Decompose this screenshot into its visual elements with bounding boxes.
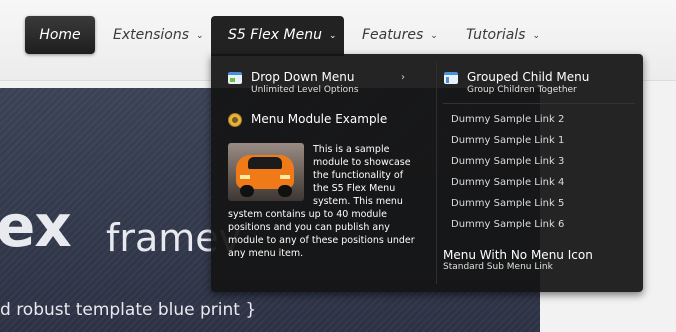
divider (443, 103, 635, 104)
hero-tagline: d robust template blue print } (0, 300, 257, 320)
dummy-link-5[interactable]: Dummy Sample Link 5 (451, 198, 564, 209)
menu-item-subtitle: Group Children Together (467, 85, 577, 95)
dummy-link-1[interactable]: Dummy Sample Link 1 (451, 135, 564, 146)
window-icon (228, 72, 242, 84)
module-title: Menu Module Example (251, 112, 388, 126)
nav-s5-flex-menu-label: S5 Flex Menu (228, 27, 322, 43)
chevron-down-icon: ⌄ (328, 31, 337, 41)
module-description: This is a sample module to showcase the … (313, 144, 411, 207)
dummy-link-6[interactable]: Dummy Sample Link 6 (451, 219, 564, 230)
menu-item-subtitle: Unlimited Level Options (251, 85, 359, 95)
menu-item-title: Grouped Child Menu (467, 70, 590, 84)
nav-features[interactable]: Features ⌄ (362, 16, 438, 54)
layout-icon (444, 72, 458, 84)
gear-icon (228, 113, 242, 127)
menu-item-title: Menu With No Menu Icon (443, 248, 593, 262)
column-divider (436, 62, 437, 284)
dummy-link-3[interactable]: Dummy Sample Link 3 (451, 156, 564, 167)
module-description-cont: system contains up to 40 module position… (228, 209, 415, 259)
nav-extensions[interactable]: Extensions ⌄ (113, 16, 204, 54)
chevron-down-icon: ⌄ (430, 31, 438, 41)
menu-item-title: Drop Down Menu (251, 70, 355, 84)
nav-home[interactable]: Home (25, 16, 95, 54)
car-thumbnail (228, 143, 304, 201)
nav-tutorials[interactable]: Tutorials ⌄ (466, 16, 540, 54)
chevron-right-icon: › (401, 72, 405, 83)
nav-features-label: Features (362, 27, 424, 43)
nav-tutorials-label: Tutorials (466, 27, 526, 43)
dummy-link-4[interactable]: Dummy Sample Link 4 (451, 177, 564, 188)
hero-title: ex (0, 192, 72, 260)
nav-s5-flex-menu[interactable]: S5 Flex Menu ⌄ (211, 16, 344, 56)
nav-extensions-label: Extensions (113, 27, 190, 43)
nav-home-label: Home (39, 27, 81, 43)
dummy-link-2[interactable]: Dummy Sample Link 2 (451, 114, 564, 125)
chevron-down-icon: ⌄ (532, 31, 541, 41)
dropdown-panel: Drop Down Menu Unlimited Level Options ›… (211, 54, 643, 292)
chevron-down-icon: ⌄ (196, 31, 204, 41)
menu-item-subtitle: Standard Sub Menu Link (443, 262, 553, 272)
